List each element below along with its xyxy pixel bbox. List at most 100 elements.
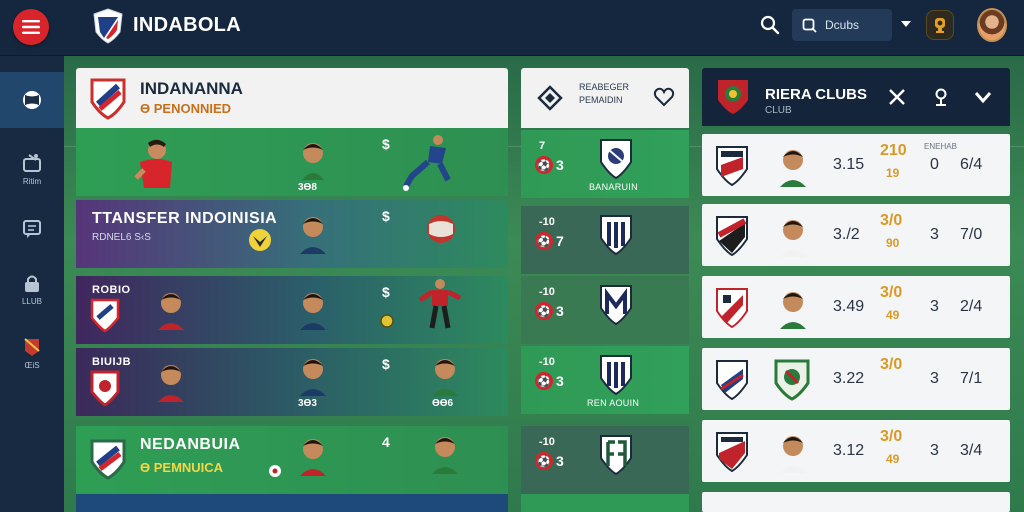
club-crest-icon: [90, 439, 126, 480]
row-title: BIUIJB: [92, 356, 132, 368]
club-stat-ratio: 7/0: [960, 226, 983, 243]
fixture-row[interactable]: -10 ⚽ 7: [521, 206, 689, 274]
club-crest-icon[interactable]: [716, 78, 750, 116]
player-head-icon: [780, 150, 806, 187]
brand-logo-icon[interactable]: [92, 8, 124, 44]
fixture-time: -10: [539, 216, 555, 228]
fixture-row[interactable]: 7 ⚽ 3 BANARUIN: [521, 130, 689, 198]
club-stat-rank: 3: [930, 442, 939, 459]
club-stat-rank: 0: [930, 156, 939, 173]
player-head-icon: [158, 293, 184, 330]
heart-icon[interactable]: [653, 86, 675, 108]
club-stat-rank: 3: [930, 298, 939, 315]
score-value: 3: [556, 373, 564, 389]
club-stat-ratio: 3/4: [960, 442, 983, 459]
coin-button[interactable]: [926, 10, 954, 40]
fixture-score: ⚽ 3: [535, 156, 564, 174]
rail-item-flag[interactable]: ŒiS: [0, 336, 64, 370]
club-row[interactable]: 3./2 3/0 90 3 7/0: [702, 204, 1010, 266]
club-shield-icon: [716, 288, 748, 329]
fixture-time: -10: [539, 436, 555, 448]
fixture-score: ⚽ 3: [535, 302, 564, 320]
club-shield-icon: [716, 146, 748, 187]
club-crest-icon: [774, 359, 810, 401]
clubs-panel-title: RIERA CLUBS: [765, 86, 867, 103]
left-rail: Ritim LLUB ŒiS: [0, 56, 64, 512]
player-head-icon: [432, 359, 458, 396]
club-crest-icon[interactable]: [90, 76, 126, 120]
player-row[interactable]: NEDANBUIA Ɵ PEMNUICA 4: [76, 426, 508, 494]
club-stat-label: ENEHAB: [924, 142, 957, 151]
player-head-icon: [780, 220, 806, 257]
fixtures-panel: REABEGER PEMAIDIN 7 ⚽ 3 BANARUIN -10 ⚽ 7 -…: [521, 68, 689, 512]
player-row[interactable]: TTANSFER INDOINISIA RDNEL6 S‹S $: [76, 200, 508, 268]
player-head-icon: [300, 359, 326, 396]
club-row[interactable]: 3.12 3/0 49 3 3/4: [702, 420, 1010, 482]
fixture-row[interactable]: -10 ⚽ 3: [521, 426, 689, 494]
red-ball-icon: ⚽: [535, 452, 553, 470]
club-stat-ratio: 6/4: [960, 156, 983, 173]
player-row[interactable]: BIUIJB 3Ɵ3 $ ƟƟ6: [76, 348, 508, 416]
club-shield-icon: [716, 432, 748, 473]
player-tag: 3Ɵ3: [298, 398, 317, 409]
club-crest-icon: [90, 370, 120, 406]
club-stat-points: 210: [880, 142, 907, 159]
row-title: NEDANBUIA: [140, 436, 241, 453]
row-subtitle: RDNEL6 S‹S: [92, 232, 151, 243]
fixture-score: ⚽ 3: [535, 372, 564, 390]
pin-icon[interactable]: [932, 87, 950, 107]
fixture-row[interactable]: [521, 494, 689, 512]
fixture-row[interactable]: -10 ⚽ 3: [521, 276, 689, 344]
club-row[interactable]: [702, 492, 1010, 512]
user-avatar[interactable]: [977, 8, 1007, 42]
rail-item-ritim[interactable]: Ritim: [0, 152, 64, 186]
transfer-icon: [23, 154, 41, 172]
menu-button[interactable]: [13, 9, 49, 45]
clubs-panel-header: RIERA CLUBS CLUB: [702, 68, 1010, 126]
rail-label: LLUB: [21, 297, 42, 306]
club-stat-odds: 3.22: [833, 370, 865, 387]
chevron-down-icon[interactable]: [974, 90, 992, 104]
club-row[interactable]: 3.22 3/0 3 7/1: [702, 348, 1010, 410]
club-stat-odds: 3./2: [833, 226, 860, 243]
search-icon[interactable]: [760, 15, 780, 35]
hamburger-icon: [22, 20, 40, 34]
rail-item-clubs[interactable]: LLUB: [0, 272, 64, 306]
red-ball-icon: ⚽: [535, 232, 553, 250]
fixtures-panel-title: REABEGER PEMAIDIN: [579, 82, 630, 105]
search-input[interactable]: Dcubs: [792, 9, 892, 41]
club-stat-sub: 49: [886, 308, 900, 322]
player-head-icon: [302, 143, 324, 180]
red-ball-icon: ⚽: [535, 302, 553, 320]
rail-label: Ritim: [22, 177, 42, 186]
club-row[interactable]: 3.49 3/0 49 3 2/4: [702, 276, 1010, 338]
club-stat-ratio: 7/1: [960, 370, 983, 387]
score-value: 3: [556, 157, 564, 173]
player-tag: 3Ɵ8: [298, 182, 317, 193]
diamond-icon[interactable]: [537, 85, 563, 111]
club-shield-icon: [600, 215, 632, 256]
chevron-down-icon[interactable]: [900, 19, 912, 29]
players-panel-header: INDANANNA Ɵ PENONNIED: [76, 68, 508, 128]
close-icon[interactable]: [888, 88, 906, 106]
row-subtitle: Ɵ PEMNUICA: [140, 460, 224, 475]
player-head-icon: [300, 439, 326, 476]
clubs-panel: RIERA CLUBS CLUB 3.15 210 19 ENEHAB 0 6/…: [702, 68, 1010, 512]
score-value: 3: [556, 303, 564, 319]
rail-label: ŒiS: [24, 361, 40, 370]
trophy-icon: [935, 18, 945, 33]
rail-item-chat[interactable]: [0, 218, 64, 240]
player-head-icon: [780, 292, 806, 329]
club-shield-icon: [600, 139, 632, 180]
player-row[interactable]: ROBIO $: [76, 276, 508, 344]
rail-item-home[interactable]: [0, 72, 64, 128]
search-field-icon: [802, 18, 817, 33]
club-row[interactable]: 3.15 210 19 ENEHAB 0 6/4: [702, 134, 1010, 196]
club-stat-points: 3/0: [880, 212, 903, 229]
row-title: TTANSFER INDOINISIA: [92, 210, 278, 227]
player-row[interactable]: [76, 494, 508, 512]
ball-icon: [269, 465, 281, 477]
fixture-row[interactable]: -10 ⚽ 3 REN AOUIN: [521, 346, 689, 414]
player-row[interactable]: 3Ɵ8 $: [76, 128, 508, 196]
fixture-time: -10: [539, 356, 555, 368]
